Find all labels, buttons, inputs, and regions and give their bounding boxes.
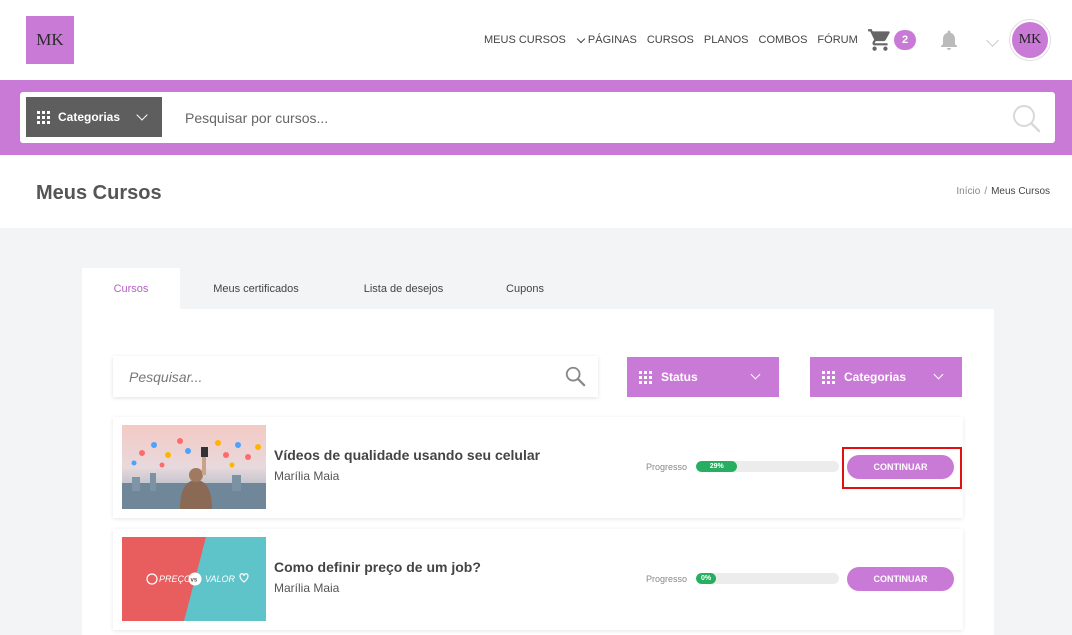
thumb-text-preco: PREÇO — [159, 574, 191, 584]
grid-icon — [37, 110, 50, 124]
course-card: Vídeos de qualidade usando seu celular M… — [113, 417, 963, 518]
progress-bar: 29% — [696, 461, 839, 472]
categories-filter-dropdown[interactable]: Categorias — [810, 357, 962, 397]
grid-icon — [639, 370, 652, 384]
status-label: Status — [661, 370, 698, 384]
nav-cursos[interactable]: CURSOS — [647, 34, 694, 46]
progress-label: Progresso — [646, 462, 688, 472]
chevron-down-icon — [136, 109, 148, 121]
search-band: Categorias — [0, 80, 1072, 155]
courses-panel: Status Categorias — [82, 309, 994, 635]
progress-label: Progresso — [646, 574, 688, 584]
continue-button[interactable]: CONTINUAR — [847, 567, 954, 591]
tab-lista-de-desejos[interactable]: Lista de desejos — [332, 268, 475, 309]
course-thumbnail[interactable] — [122, 425, 266, 509]
page-title: Meus Cursos — [36, 182, 162, 204]
categories-filter-label: Categorias — [844, 370, 907, 384]
progress-fill: 0% — [696, 573, 716, 584]
grid-icon — [822, 370, 835, 384]
course-title[interactable]: Como definir preço de um job? — [274, 559, 481, 575]
status-dropdown[interactable]: Status — [627, 357, 779, 397]
tab-meus-certificados[interactable]: Meus certificados — [180, 268, 332, 309]
progress-fill: 29% — [696, 461, 738, 472]
chevron-down-icon — [933, 369, 944, 380]
breadcrumb-current: Meus Cursos — [991, 186, 1050, 197]
course-thumbnail[interactable]: PREÇO vs VALOR — [122, 537, 266, 621]
main-nav: MEUS CURSOS PÁGINAS CURSOS PLANOS COMBOS… — [484, 34, 868, 46]
course-author: Marília Maia — [274, 581, 340, 595]
nav-meus-cursos[interactable]: MEUS CURSOS — [484, 34, 566, 46]
filter-search-input[interactable] — [129, 356, 549, 397]
chevron-down-icon — [576, 34, 586, 43]
search-icon[interactable] — [1010, 102, 1042, 134]
course-search-input[interactable] — [185, 92, 985, 143]
course-search-bar: Categorias — [20, 92, 1055, 143]
breadcrumb-home[interactable]: Início — [956, 186, 980, 197]
user-menu-chevron-icon[interactable] — [986, 34, 999, 47]
user-avatar[interactable]: MK — [1010, 20, 1050, 60]
nav-planos[interactable]: PLANOS — [704, 34, 749, 46]
logo-text: MK — [36, 30, 64, 49]
progress-bar: 0% — [696, 573, 839, 584]
tab-cursos[interactable]: Cursos — [82, 268, 180, 309]
search-icon[interactable] — [564, 365, 586, 387]
categories-label: Categorias — [58, 110, 121, 124]
thumb-text-vs: vs — [191, 578, 198, 584]
highlight-box — [842, 447, 962, 489]
tab-cupons[interactable]: Cupons — [475, 268, 575, 309]
page-title-area: Meus Cursos Início / Meus Cursos — [0, 155, 1072, 228]
course-title[interactable]: Vídeos de qualidade usando seu celular — [274, 447, 540, 463]
nav-paginas[interactable]: PÁGINAS — [588, 34, 637, 46]
top-header: MK MEUS CURSOS PÁGINAS CURSOS PLANOS COM… — [0, 0, 1072, 80]
course-card: PREÇO vs VALOR Como definir preço de um … — [113, 529, 963, 630]
avatar-text: MK — [1018, 32, 1042, 47]
filter-search-box — [113, 356, 598, 397]
site-logo[interactable]: MK — [26, 16, 74, 64]
cart-count-badge[interactable]: 2 — [894, 30, 916, 50]
categories-dropdown-button[interactable]: Categorias — [26, 97, 162, 137]
breadcrumb-separator: / — [984, 186, 988, 197]
nav-forum[interactable]: FÓRUM — [817, 34, 857, 46]
course-author: Marília Maia — [274, 469, 340, 483]
bell-icon[interactable] — [937, 27, 961, 53]
chevron-down-icon — [750, 369, 761, 380]
breadcrumb: Início / Meus Cursos — [956, 186, 1050, 197]
nav-combos[interactable]: COMBOS — [759, 34, 808, 46]
course-tabs: Cursos Meus certificados Lista de desejo… — [82, 268, 575, 309]
thumb-text-valor: VALOR — [205, 574, 236, 584]
cart-icon[interactable] — [867, 27, 893, 53]
